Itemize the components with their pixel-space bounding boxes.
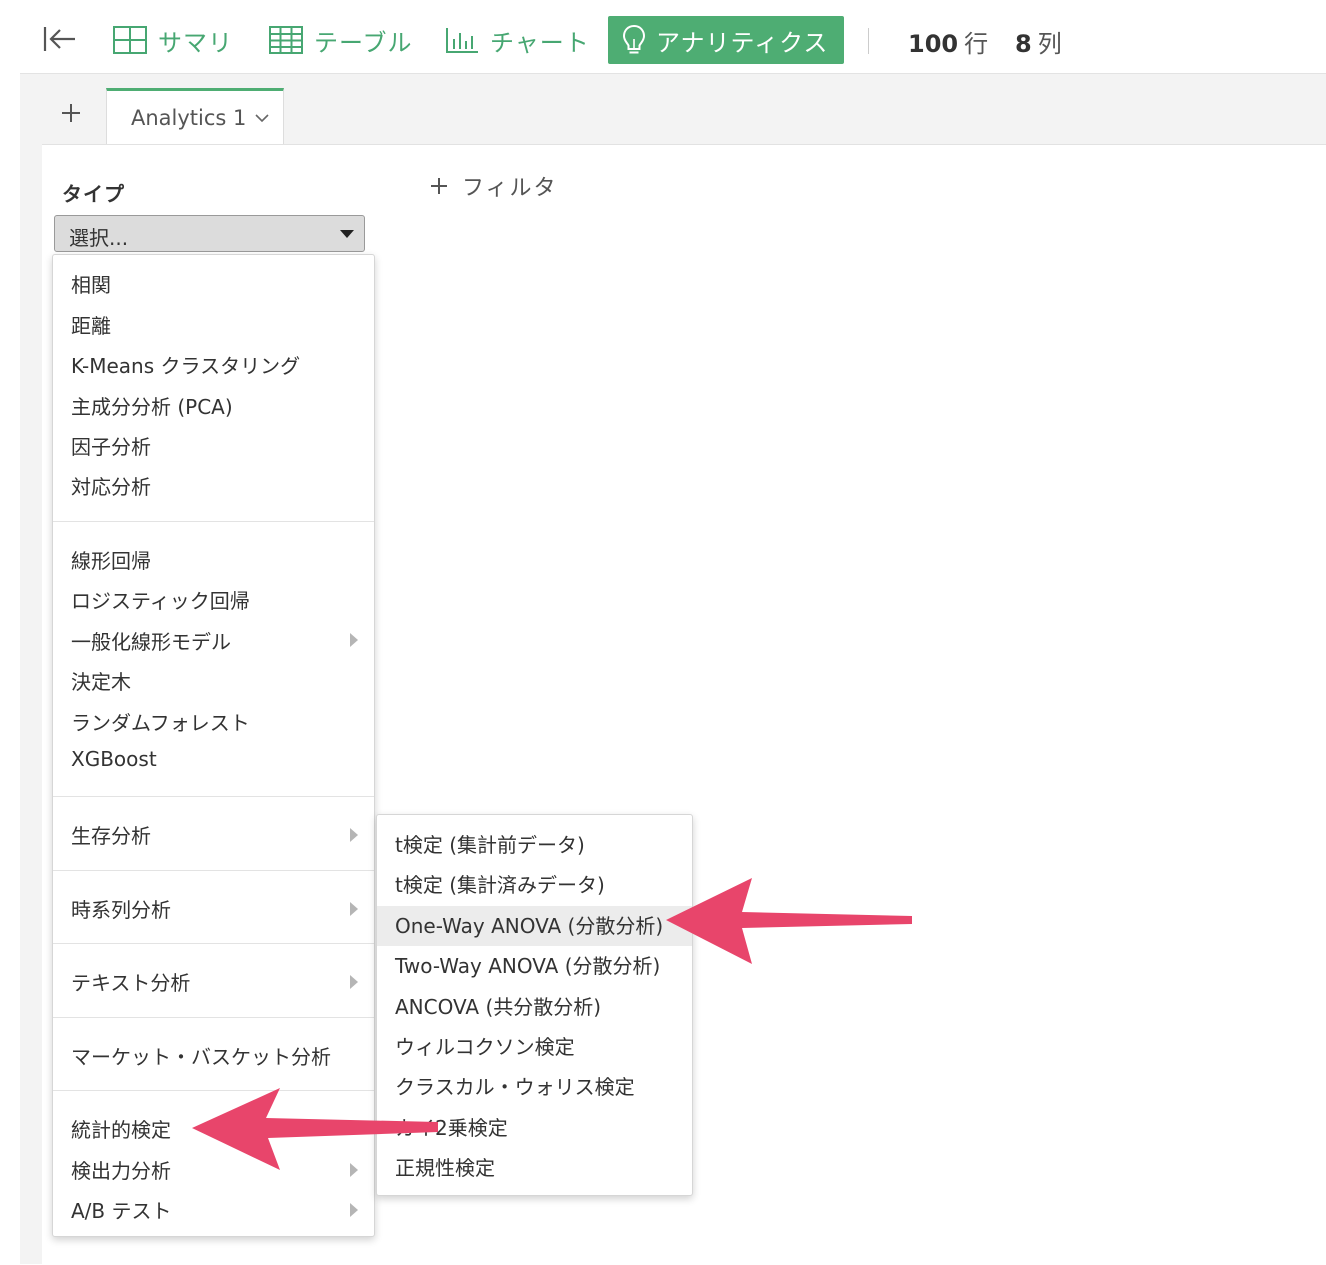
submenu-arrow-icon: [350, 633, 358, 647]
menu-separator: [53, 521, 374, 522]
add-tab-button[interactable]: [56, 98, 86, 128]
menu-item-logistic-regression[interactable]: ロジスティック回帰: [71, 585, 250, 614]
plus-icon: [62, 104, 80, 122]
toolbar-table-button[interactable]: テーブル: [268, 16, 413, 64]
submenu-item-wilcoxon[interactable]: ウィルコクソン検定: [377, 1027, 692, 1067]
menu-item-survival-analysis[interactable]: 生存分析: [71, 820, 151, 849]
menu-item-factor-analysis[interactable]: 因子分析: [71, 431, 151, 460]
toolbar-analytics-label: アナリティクス: [656, 28, 829, 57]
menu-item-correspondence-analysis[interactable]: 対応分析: [71, 471, 151, 500]
type-select-value: 選択...: [69, 226, 129, 250]
menu-item-linear-regression[interactable]: 線形回帰: [71, 545, 151, 574]
type-select[interactable]: 選択...: [54, 215, 365, 252]
toolbar-divider: [868, 28, 869, 54]
row-count-value: 100: [908, 30, 959, 58]
summary-grid-icon: [113, 26, 147, 54]
top-toolbar: サマリ テーブル チャート アナリティクス 100 行 8 列: [0, 0, 1326, 74]
menu-separator: [53, 1017, 374, 1018]
table-icon: [269, 26, 303, 54]
menu-item-statistical-test[interactable]: 統計的検定: [71, 1114, 171, 1143]
menu-separator: [53, 943, 374, 944]
caret-down-icon: [340, 230, 354, 238]
arrow-left-bar-icon: [43, 27, 75, 51]
menu-separator: [53, 870, 374, 871]
submenu-item-one-way-anova[interactable]: One-Way ANOVA (分散分析): [377, 906, 692, 946]
type-label: タイプ: [62, 182, 125, 206]
submenu-item-kruskal-wallis[interactable]: クラスカル・ウォリス検定: [377, 1067, 692, 1107]
menu-item-ab-test[interactable]: A/B テスト: [71, 1195, 172, 1224]
menu-item-random-forest[interactable]: ランダムフォレスト: [71, 707, 250, 736]
submenu-arrow-icon: [350, 902, 358, 916]
toolbar-chart-button[interactable]: チャート: [444, 16, 590, 64]
submenu-arrow-icon: [350, 828, 358, 842]
toolbar-summary-button[interactable]: サマリ: [112, 16, 233, 64]
menu-item-kmeans[interactable]: K-Means クラスタリング: [71, 350, 300, 379]
tab-label: Analytics 1: [131, 105, 247, 130]
menu-item-xgboost[interactable]: XGBoost: [71, 747, 157, 771]
analytics-type-menu: 相関 距離 K-Means クラスタリング 主成分分析 (PCA) 因子分析 対…: [52, 254, 375, 1237]
statistical-test-submenu: t検定 (集計前データ) t検定 (集計済みデータ) One-Way ANOVA…: [376, 814, 693, 1196]
toolbar-table-label: テーブル: [314, 28, 413, 57]
submenu-arrow-icon: [350, 1203, 358, 1217]
menu-item-correlation[interactable]: 相関: [71, 269, 111, 298]
submenu-item-normality-test[interactable]: 正規性検定: [377, 1148, 692, 1188]
menu-separator: [53, 1090, 374, 1091]
toolbar-chart-label: チャート: [490, 28, 590, 57]
menu-item-decision-tree[interactable]: 決定木: [71, 666, 131, 695]
menu-item-glm[interactable]: 一般化線形モデル: [71, 626, 231, 655]
menu-item-distance[interactable]: 距離: [71, 310, 111, 339]
add-filter-button[interactable]: フィルタ: [428, 170, 558, 202]
collapse-back-button[interactable]: [40, 22, 78, 56]
lightbulb-icon: [622, 24, 646, 54]
menu-item-pca[interactable]: 主成分分析 (PCA): [71, 391, 233, 420]
menu-item-power-analysis[interactable]: 検出力分析: [71, 1155, 171, 1184]
menu-item-text-analysis[interactable]: テキスト分析: [71, 967, 190, 996]
submenu-item-ancova[interactable]: ANCOVA (共分散分析): [377, 987, 692, 1027]
row-count: 100 行: [908, 24, 988, 59]
row-count-unit: 行: [964, 30, 989, 58]
toolbar-summary-label: サマリ: [158, 28, 233, 57]
submenu-item-t-test-raw[interactable]: t検定 (集計前データ): [377, 825, 692, 865]
submenu-arrow-icon: [350, 1163, 358, 1177]
menu-item-time-series[interactable]: 時系列分析: [71, 894, 171, 923]
plus-icon: [431, 178, 447, 194]
menu-separator: [53, 796, 374, 797]
submenu-arrow-icon: [350, 975, 358, 989]
submenu-item-two-way-anova[interactable]: Two-Way ANOVA (分散分析): [377, 946, 692, 986]
add-filter-label: フィルタ: [462, 176, 558, 201]
tab-analytics-1[interactable]: Analytics 1: [106, 88, 284, 144]
submenu-item-t-test-aggregated[interactable]: t検定 (集計済みデータ): [377, 865, 692, 905]
menu-item-market-basket[interactable]: マーケット・バスケット分析: [71, 1041, 331, 1070]
column-count: 8列: [1015, 24, 1062, 59]
column-count-value: 8: [1015, 30, 1032, 58]
bar-chart-icon: [446, 28, 478, 53]
chevron-down-icon[interactable]: [254, 113, 270, 123]
toolbar-analytics-button[interactable]: アナリティクス: [608, 16, 845, 64]
submenu-item-chi-square[interactable]: カイ2乗検定: [377, 1108, 692, 1148]
column-count-unit: 列: [1037, 30, 1062, 58]
